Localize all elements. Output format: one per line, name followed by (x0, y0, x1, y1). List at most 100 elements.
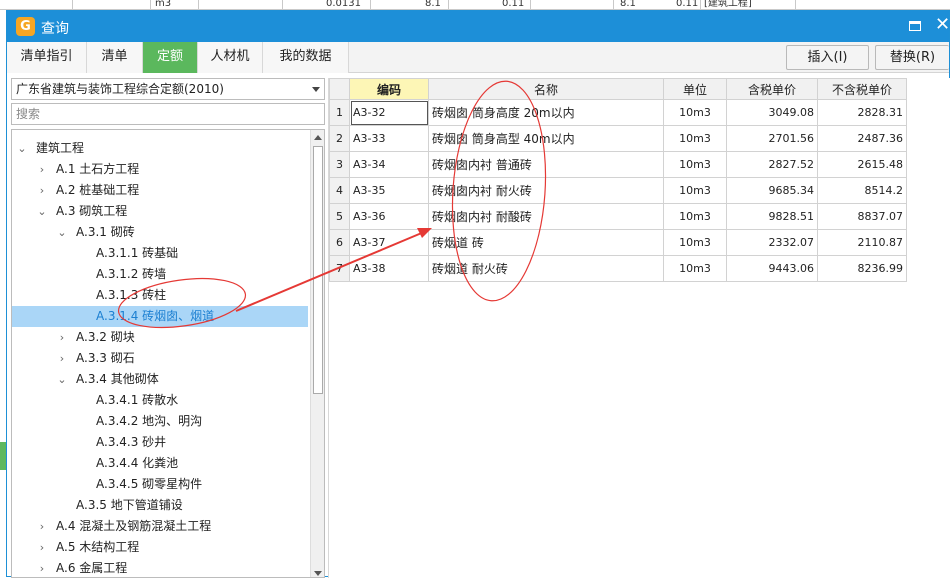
tree-node[interactable]: › A.6 金属工程 (12, 558, 308, 577)
header-unit[interactable]: 单位 (663, 78, 727, 100)
chevron-right-icon[interactable]: › (56, 348, 68, 369)
tree-node[interactable]: › A.4 混凝土及钢筋混凝土工程 (12, 516, 308, 537)
tree-node[interactable]: A.3.1.4 砖烟囱、烟道 (12, 306, 308, 327)
notax-price-cell[interactable]: 8236.99 (817, 255, 907, 282)
table-row[interactable]: 2 A3-33 砖烟囱 筒身高型 40m以内 10m3 2701.56 2487.36 (329, 125, 907, 152)
unit-cell[interactable]: 10m3 (663, 151, 727, 178)
scroll-up-icon[interactable] (314, 135, 322, 140)
header-code[interactable]: 编码 (349, 78, 429, 100)
unit-cell[interactable]: 10m3 (663, 229, 727, 256)
tree-node[interactable]: › A.5 木结构工程 (12, 537, 308, 558)
tax-price-cell[interactable]: 2827.52 (726, 151, 818, 178)
tax-price-cell[interactable]: 3049.08 (726, 99, 818, 126)
chevron-down-icon[interactable]: ⌄ (56, 222, 68, 243)
chevron-right-icon[interactable]: › (36, 516, 48, 537)
tree-node[interactable]: ⌄ A.3 砌筑工程 (12, 201, 308, 222)
notax-price-cell[interactable]: 2110.87 (817, 229, 907, 256)
tree-node[interactable]: › A.3.2 砌块 (12, 327, 308, 348)
tree-node[interactable]: A.3.1.1 砖基础 (12, 243, 308, 264)
tree-node[interactable]: A.3.4.1 砖散水 (12, 390, 308, 411)
title-bar[interactable]: G 查询 ✕ (7, 11, 950, 42)
name-cell[interactable]: 砖烟囱 筒身高度 20m以内 (428, 99, 664, 126)
quota-library-select[interactable]: 广东省建筑与装饰工程综合定额(2010) (11, 78, 325, 100)
notax-price-cell[interactable]: 8514.2 (817, 177, 907, 204)
tree-node[interactable]: A.3.1.2 砖墙 (12, 264, 308, 285)
tab-list-guide[interactable]: 清单指引 (7, 42, 87, 73)
row-number[interactable]: 2 (329, 125, 350, 152)
header-notax-price[interactable]: 不含税单价 (817, 78, 907, 100)
tree-node[interactable]: A.3.5 地下管道铺设 (12, 495, 308, 516)
name-cell[interactable]: 砖烟囱内衬 普通砖 (428, 151, 664, 178)
code-cell[interactable]: A3-32 (349, 99, 429, 126)
tax-price-cell[interactable]: 9828.51 (726, 203, 818, 230)
tax-price-cell[interactable]: 9443.06 (726, 255, 818, 282)
scroll-thumb[interactable] (313, 146, 323, 394)
chevron-down-icon[interactable]: ⌄ (16, 138, 28, 159)
insert-button[interactable]: 插入(I) (786, 45, 869, 70)
chevron-down-icon[interactable]: ⌄ (56, 369, 68, 390)
unit-cell[interactable]: 10m3 (663, 177, 727, 204)
row-number[interactable]: 7 (329, 255, 350, 282)
header-tax-price[interactable]: 含税单价 (726, 78, 818, 100)
unit-cell[interactable]: 10m3 (663, 203, 727, 230)
notax-price-cell[interactable]: 2828.31 (817, 99, 907, 126)
tree-node[interactable]: › A.3.3 砌石 (12, 348, 308, 369)
tax-price-cell[interactable]: 2701.56 (726, 125, 818, 152)
tax-price-cell[interactable]: 9685.34 (726, 177, 818, 204)
row-number[interactable]: 3 (329, 151, 350, 178)
tree-node[interactable]: A.3.4.2 地沟、明沟 (12, 411, 308, 432)
search-input[interactable]: 搜索 (11, 103, 325, 125)
table-row[interactable]: 5 A3-36 砖烟囱内衬 耐酸砖 10m3 9828.51 8837.07 (329, 203, 907, 230)
chevron-right-icon[interactable]: › (36, 180, 48, 201)
name-cell[interactable]: 砖烟囱 筒身高型 40m以内 (428, 125, 664, 152)
chevron-right-icon[interactable]: › (36, 159, 48, 180)
chevron-down-icon[interactable]: ⌄ (36, 201, 48, 222)
table-row[interactable]: 6 A3-37 砖烟道 砖 10m3 2332.07 2110.87 (329, 229, 907, 256)
chevron-right-icon[interactable]: › (36, 558, 48, 577)
notax-price-cell[interactable]: 2487.36 (817, 125, 907, 152)
table-row[interactable]: 4 A3-35 砖烟囱内衬 耐火砖 10m3 9685.34 8514.2 (329, 177, 907, 204)
code-cell[interactable]: A3-35 (349, 177, 429, 204)
row-number[interactable]: 1 (329, 99, 350, 126)
name-cell[interactable]: 砖烟道 砖 (428, 229, 664, 256)
maximize-icon[interactable] (909, 21, 921, 31)
table-row[interactable]: 1 A3-32 砖烟囱 筒身高度 20m以内 10m3 3049.08 2828.31 (329, 99, 907, 126)
code-cell[interactable]: A3-36 (349, 203, 429, 230)
code-cell[interactable]: A3-38 (349, 255, 429, 282)
chevron-right-icon[interactable]: › (56, 327, 68, 348)
code-cell[interactable]: A3-37 (349, 229, 429, 256)
notax-price-cell[interactable]: 2615.48 (817, 151, 907, 178)
tree-scrollbar[interactable] (310, 130, 324, 577)
unit-cell[interactable]: 10m3 (663, 255, 727, 282)
code-cell[interactable]: A3-33 (349, 125, 429, 152)
tree-node[interactable]: A.3.4.5 砌零星构件 (12, 474, 308, 495)
unit-cell[interactable]: 10m3 (663, 125, 727, 152)
row-number[interactable]: 5 (329, 203, 350, 230)
table-row[interactable]: 3 A3-34 砖烟囱内衬 普通砖 10m3 2827.52 2615.48 (329, 151, 907, 178)
tree-node[interactable]: ⌄ A.3.4 其他砌体 (12, 369, 308, 390)
row-number[interactable]: 4 (329, 177, 350, 204)
unit-cell[interactable]: 10m3 (663, 99, 727, 126)
table-row[interactable]: 7 A3-38 砖烟道 耐火砖 10m3 9443.06 8236.99 (329, 255, 907, 282)
tree-node[interactable]: ⌄ A.3.1 砌砖 (12, 222, 308, 243)
tree-node[interactable]: ⌄ 建筑工程 (12, 138, 308, 159)
tree-node[interactable]: › A.1 土石方工程 (12, 159, 308, 180)
name-cell[interactable]: 砖烟道 耐火砖 (428, 255, 664, 282)
name-cell[interactable]: 砖烟囱内衬 耐酸砖 (428, 203, 664, 230)
tree-node[interactable]: › A.2 桩基础工程 (12, 180, 308, 201)
close-icon[interactable]: ✕ (935, 14, 950, 36)
tab-labor-material[interactable]: 人材机 (198, 42, 263, 73)
code-cell[interactable]: A3-34 (349, 151, 429, 178)
chevron-right-icon[interactable]: › (36, 537, 48, 558)
tax-price-cell[interactable]: 2332.07 (726, 229, 818, 256)
tree-node[interactable]: A.3.1.3 砖柱 (12, 285, 308, 306)
notax-price-cell[interactable]: 8837.07 (817, 203, 907, 230)
tree-node[interactable]: A.3.4.4 化粪池 (12, 453, 308, 474)
scroll-down-icon[interactable] (314, 571, 322, 576)
header-name[interactable]: 名称 (428, 78, 664, 100)
replace-button[interactable]: 替换(R) (875, 45, 949, 70)
row-number[interactable]: 6 (329, 229, 350, 256)
tree-node[interactable]: A.3.4.3 砂井 (12, 432, 308, 453)
tab-list[interactable]: 清单 (87, 42, 143, 73)
tab-my-data[interactable]: 我的数据 (263, 42, 349, 73)
